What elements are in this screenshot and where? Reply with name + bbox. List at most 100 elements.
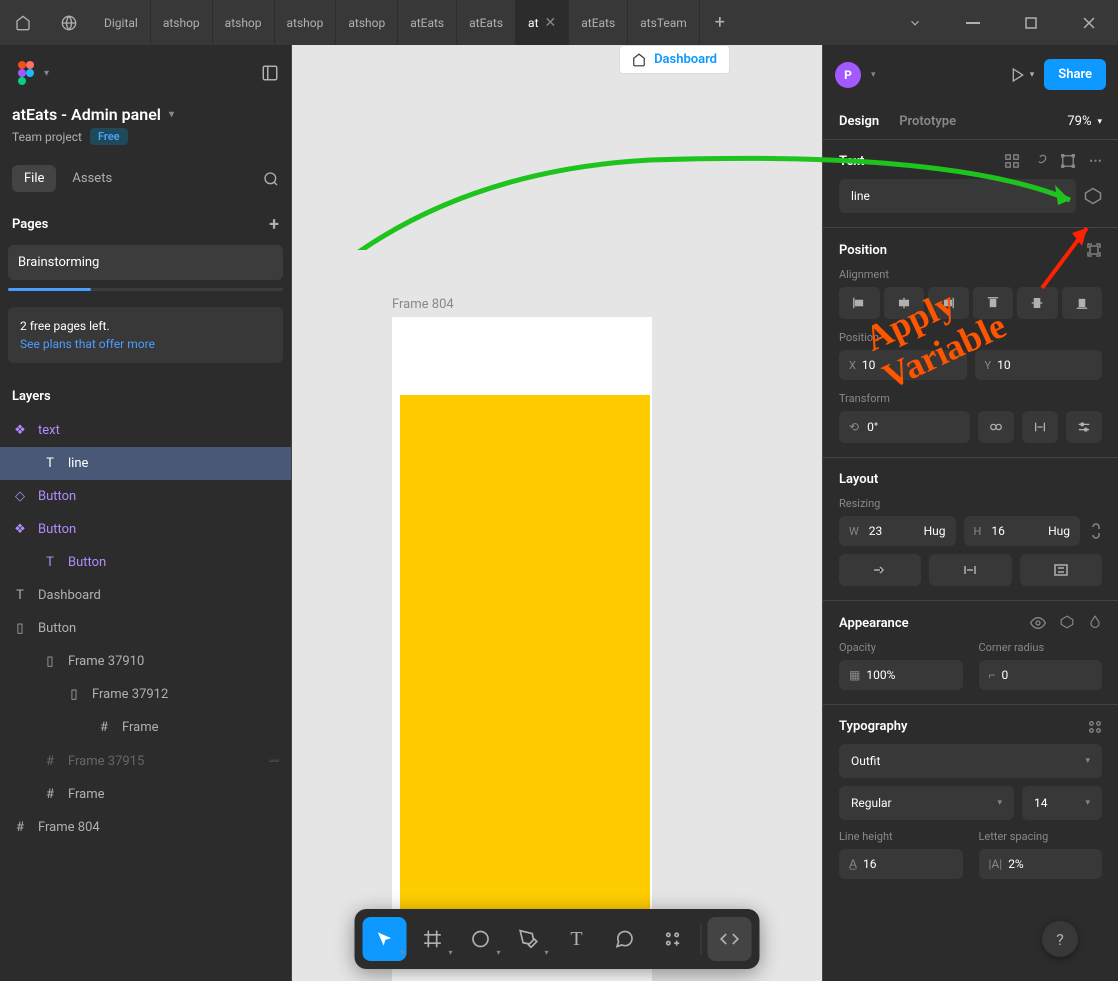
prototype-tab[interactable]: Prototype — [899, 104, 956, 139]
search-icon[interactable] — [263, 171, 279, 187]
focus-icon[interactable] — [1086, 242, 1102, 258]
actions-tool[interactable] — [651, 917, 695, 961]
layer-frame-37910[interactable]: ▯Frame 37910 — [0, 645, 291, 678]
chevron-down-icon[interactable]: ▾ — [169, 109, 174, 120]
comment-tool[interactable] — [603, 917, 647, 961]
upsell-link[interactable]: See plans that offer more — [20, 337, 271, 351]
variable-icon[interactable] — [1060, 615, 1074, 631]
shape-tool[interactable]: ▾ — [459, 917, 503, 961]
corner-radius-input[interactable]: ⌐0 — [979, 660, 1103, 690]
tab-ateats[interactable]: atEats — [569, 0, 628, 45]
rotation-input[interactable]: ⟲0° — [839, 411, 970, 443]
opacity-input[interactable]: ▦100% — [839, 660, 963, 690]
minimize-button[interactable] — [944, 0, 1002, 45]
resize-icon[interactable] — [1061, 154, 1075, 169]
tab-at-active[interactable]: at✕ — [516, 0, 569, 45]
layout-grid-button[interactable] — [1020, 554, 1102, 586]
hidden-icon[interactable]: ᵕᵕ — [269, 753, 279, 769]
panel-toggle-icon[interactable] — [261, 64, 279, 82]
apply-variable-icon[interactable] — [1084, 187, 1102, 205]
help-button[interactable]: ? — [1042, 921, 1078, 957]
assets-tab[interactable]: Assets — [60, 165, 124, 192]
align-vcenter[interactable] — [1017, 287, 1058, 319]
layer-dashboard[interactable]: TDashboard — [0, 579, 291, 612]
text-value-input[interactable] — [839, 179, 1076, 213]
project-subtitle[interactable]: Team project — [12, 130, 82, 144]
layer-button[interactable]: ❖Button — [0, 513, 291, 546]
flip-v-button[interactable] — [1022, 411, 1058, 443]
flip-h-button[interactable] — [978, 411, 1014, 443]
clip-content-button[interactable] — [839, 554, 921, 586]
x-input[interactable]: X10 — [839, 350, 967, 380]
height-input[interactable]: H16Hug — [964, 516, 1081, 546]
align-right[interactable] — [928, 287, 969, 319]
layer-frame-804[interactable]: #Frame 804 — [0, 811, 291, 844]
more-icon[interactable]: ⋯ — [1089, 154, 1102, 169]
more-transform-button[interactable] — [1066, 411, 1102, 443]
text-tool[interactable]: T — [555, 917, 599, 961]
droplet-icon[interactable] — [1088, 615, 1102, 631]
tab-ateats[interactable]: atEats — [457, 0, 516, 45]
eye-icon[interactable] — [1030, 615, 1046, 631]
figma-logo-icon[interactable] — [12, 59, 40, 87]
home-icon[interactable] — [0, 0, 46, 45]
align-hcenter[interactable] — [884, 287, 925, 319]
tab-ateats[interactable]: atEats — [398, 0, 457, 45]
pen-tool[interactable]: ▾ — [507, 917, 551, 961]
chevron-down-icon[interactable]: ▾ — [44, 68, 49, 79]
avatar[interactable]: P — [835, 62, 861, 88]
typography-settings-icon[interactable] — [1088, 720, 1102, 734]
auto-layout-button[interactable] — [929, 554, 1011, 586]
font-weight-select[interactable]: Regular▾ — [839, 786, 1014, 820]
tab-atshop[interactable]: atshop — [151, 0, 213, 45]
dev-mode-toggle[interactable] — [708, 917, 752, 961]
align-top[interactable] — [973, 287, 1014, 319]
tab-atshop[interactable]: atshop — [336, 0, 398, 45]
line-height-input[interactable]: A̲16 — [839, 849, 963, 879]
close-icon[interactable]: ✕ — [545, 15, 557, 31]
zoom-control[interactable]: 79%▾ — [1067, 114, 1102, 129]
width-input[interactable]: W23Hug — [839, 516, 956, 546]
link-icon[interactable] — [1033, 154, 1047, 169]
add-page-button[interactable]: + — [269, 214, 279, 235]
add-tab-button[interactable]: + — [700, 0, 740, 45]
share-button[interactable]: Share — [1044, 59, 1106, 90]
canvas-badge[interactable]: Dashboard — [619, 45, 730, 74]
chevron-down-icon[interactable]: ▾ — [871, 70, 876, 80]
layer-text[interactable]: ❖text — [0, 414, 291, 447]
dropdown-icon[interactable] — [886, 0, 944, 45]
layer-button[interactable]: ◇Button — [0, 480, 291, 513]
maximize-button[interactable] — [1002, 0, 1060, 45]
font-size-select[interactable]: 14▾ — [1022, 786, 1102, 820]
align-bottom[interactable] — [1062, 287, 1103, 319]
font-family-select[interactable]: Outfit▾ — [839, 744, 1102, 778]
layer-button-frame[interactable]: ▯Button — [0, 612, 291, 645]
globe-icon[interactable] — [46, 0, 92, 45]
frame-tool[interactable]: ▾ — [411, 917, 455, 961]
play-button[interactable]: ▾ — [1010, 67, 1035, 83]
letter-spacing-input[interactable]: |A|2% — [979, 849, 1103, 879]
align-left[interactable] — [839, 287, 880, 319]
layer-frame[interactable]: #Frame — [0, 711, 291, 744]
close-button[interactable] — [1060, 0, 1118, 45]
page-brainstorming[interactable]: Brainstorming — [8, 245, 283, 280]
tab-digital[interactable]: Digital — [92, 0, 151, 45]
layer-frame-37915[interactable]: #Frame 37915ᵕᵕ — [0, 744, 291, 778]
free-badge[interactable]: Free — [90, 128, 128, 145]
tab-atshop[interactable]: atshop — [213, 0, 275, 45]
tab-atsteam[interactable]: atsTeam — [628, 0, 700, 45]
layer-frame-37912[interactable]: ▯Frame 37912 — [0, 678, 291, 711]
grid-icon[interactable] — [1005, 154, 1019, 169]
layer-button-text[interactable]: TButton — [0, 546, 291, 579]
layer-line[interactable]: Tline — [0, 447, 291, 480]
move-tool[interactable]: ▾ — [363, 917, 407, 961]
layer-frame[interactable]: #Frame — [0, 778, 291, 811]
tab-atshop[interactable]: atshop — [275, 0, 337, 45]
frame-yellow-rect[interactable] — [400, 395, 650, 965]
canvas[interactable]: Dashboard Frame 804 ▾ ▾ ▾ ▾ T — [292, 45, 822, 981]
file-tab[interactable]: File — [12, 165, 56, 192]
link-dimensions-icon[interactable] — [1088, 521, 1102, 541]
y-input[interactable]: Y10 — [975, 350, 1103, 380]
frame-label[interactable]: Frame 804 — [392, 297, 454, 312]
design-tab[interactable]: Design — [839, 104, 879, 139]
